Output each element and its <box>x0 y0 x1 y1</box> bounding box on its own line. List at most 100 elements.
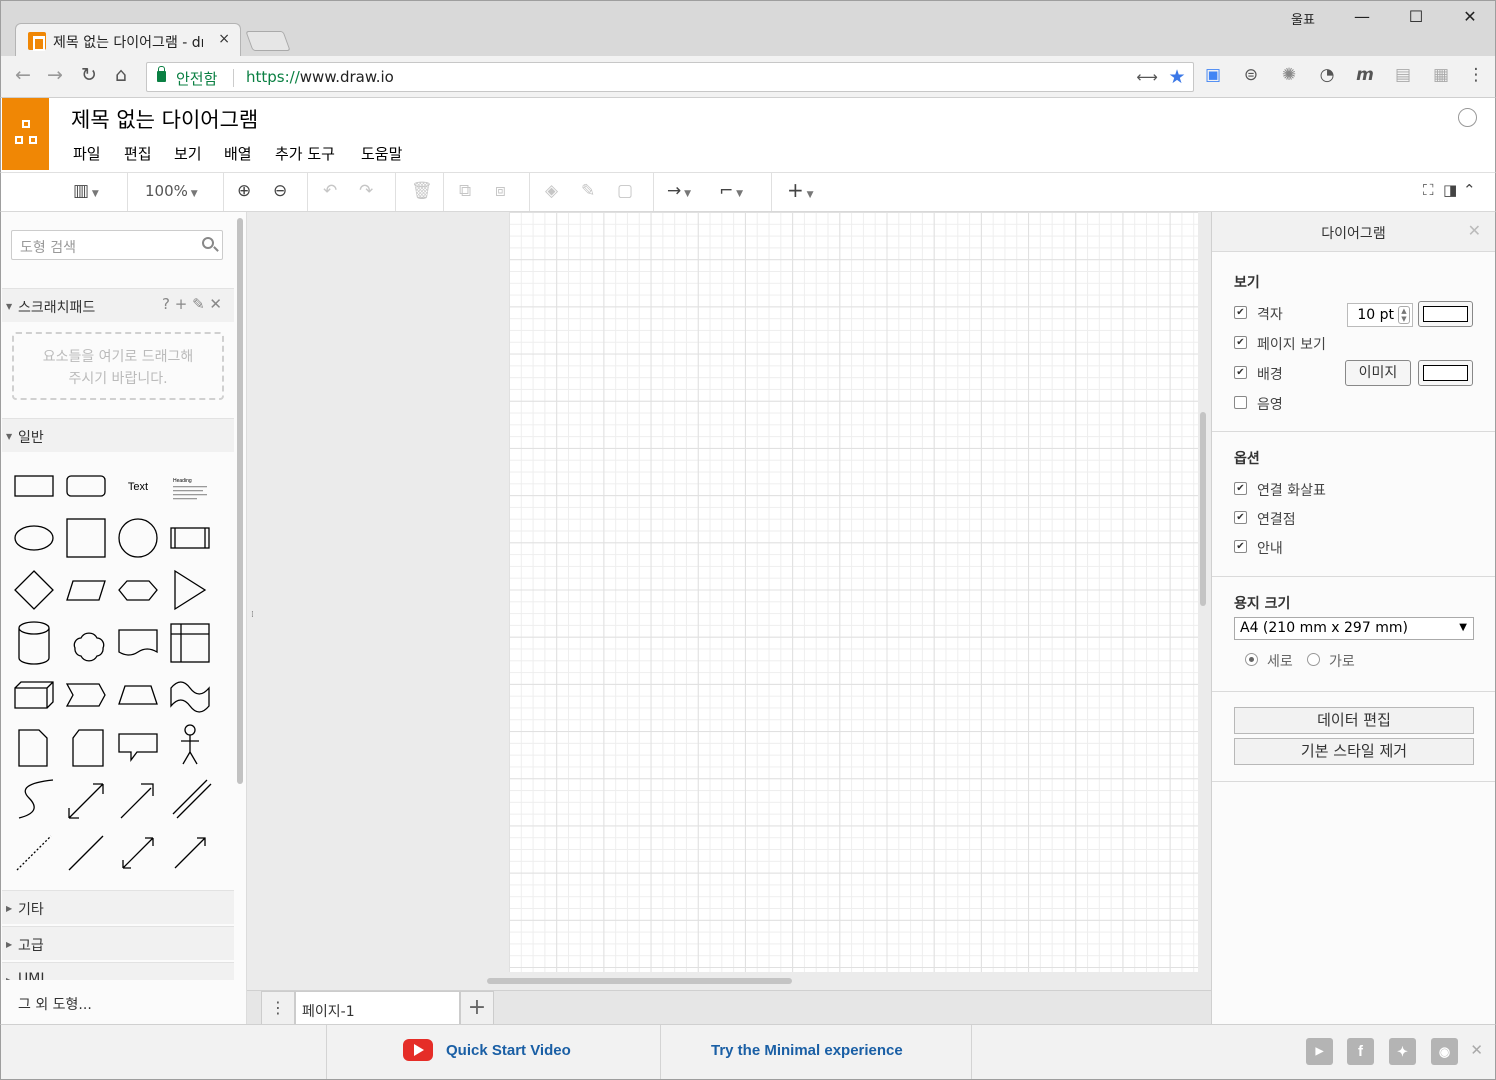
translate-icon[interactable]: ⟷ <box>1135 68 1159 86</box>
to-back-icon[interactable]: ⧈ <box>495 181 506 201</box>
format-panel-close-icon[interactable]: ✕ <box>1468 221 1481 240</box>
menu-arrange[interactable]: 배열 <box>224 143 252 164</box>
expand-right-icon: ▶ <box>6 940 13 949</box>
tab-close-icon[interactable]: × <box>218 31 230 47</box>
back-arrow-icon[interactable]: ← <box>9 64 37 86</box>
home-icon[interactable]: ⌂ <box>107 64 135 86</box>
page-view-checkbox[interactable]: ✔ <box>1234 336 1247 349</box>
connection-points-checkbox[interactable]: ✔ <box>1234 511 1247 524</box>
google-translate-extension-icon[interactable]: ▣ <box>1201 65 1225 85</box>
browser-tab[interactable]: 제목 없는 다이어그램 - draw.io × <box>15 23 241 57</box>
fill-color-icon[interactable]: ◈ <box>545 181 558 201</box>
fullscreen-icon[interactable]: ⛶ <box>1423 181 1434 199</box>
collapse-up-icon[interactable]: ⌃ <box>1463 181 1476 199</box>
zoom-out-icon[interactable]: ⊖ <box>273 181 287 201</box>
extension-es-icon[interactable]: ▦ <box>1429 65 1453 85</box>
section-advanced[interactable]: ▶ 고급 <box>2 926 234 960</box>
youtube-social-icon[interactable]: ▶ <box>1306 1038 1333 1065</box>
search-icon[interactable] <box>202 237 214 249</box>
minimal-experience-link[interactable]: Try the Minimal experience <box>711 1042 903 1059</box>
url-text[interactable]: https://www.draw.io <box>246 68 394 86</box>
format-panel: 다이어그램 ✕ 보기 ✔ 격자 10 pt ▲ ▼ ✔ 페이지 보기 ✔ 배경 이… <box>1211 212 1496 1024</box>
undo-icon[interactable]: ↶ <box>323 181 337 201</box>
reload-icon[interactable]: ↻ <box>75 64 103 86</box>
line-color-icon[interactable]: ✎ <box>581 181 595 201</box>
guides-checkbox[interactable]: ✔ <box>1234 540 1247 553</box>
extension-box-icon[interactable]: ▤ <box>1391 65 1415 85</box>
menu-view[interactable]: 보기 <box>174 143 202 164</box>
add-page-button[interactable]: + <box>460 991 494 1025</box>
shadow-checkbox[interactable] <box>1234 396 1247 409</box>
secure-label[interactable]: 안전함 <box>176 68 217 89</box>
zoom-level[interactable]: 100% ▼ <box>145 182 198 200</box>
language-globe-icon[interactable] <box>1458 108 1477 127</box>
facebook-icon[interactable]: f <box>1347 1038 1374 1065</box>
to-front-icon[interactable]: ⧉ <box>459 181 471 201</box>
shape-ellipse <box>14 525 54 551</box>
quick-start-video-link[interactable]: Quick Start Video <box>446 1042 571 1059</box>
page-tab[interactable]: 페이지-1 <box>295 991 460 1025</box>
address-bar[interactable]: 안전함 https://www.draw.io ⟷ ★ <box>146 62 1194 92</box>
clear-default-style-button[interactable]: 기본 스타일 제거 <box>1234 738 1474 765</box>
section-scratchpad[interactable]: ▼ 스크래치패드 ? + ✎ ✕ <box>2 288 234 322</box>
footer-close-icon[interactable]: ✕ <box>1470 1041 1483 1059</box>
panel-layout-icon[interactable]: ▥ ▼ <box>73 181 99 201</box>
chrome-menu-icon[interactable]: ⋮ <box>1464 65 1488 85</box>
window-close-button[interactable]: ✕ <box>1447 7 1493 26</box>
waypoint-style-icon[interactable]: ⌐ ▼ <box>719 181 743 201</box>
background-checkbox[interactable]: ✔ <box>1234 366 1247 379</box>
section-uml[interactable]: ▶ UML <box>2 962 234 980</box>
connection-style-icon[interactable]: → ▼ <box>667 181 691 201</box>
paper-size-select[interactable]: A4 (210 mm x 297 mm) ▼ <box>1234 617 1474 640</box>
menu-file[interactable]: 파일 <box>73 143 101 164</box>
insert-plus-icon[interactable]: + ▼ <box>787 178 814 202</box>
scratchpad-dropzone[interactable]: 요소들을 여기로 드래그해 주시기 바랍니다. <box>12 332 224 400</box>
delete-icon[interactable]: 🗑 <box>411 181 433 201</box>
diagram-canvas-area[interactable] <box>247 212 1211 990</box>
scratchpad-actions[interactable]: ? + ✎ ✕ <box>162 295 222 313</box>
grid-size-input[interactable]: 10 pt ▲ ▼ <box>1347 303 1413 327</box>
background-color-button[interactable] <box>1418 360 1473 386</box>
minimize-button[interactable]: — <box>1339 7 1385 26</box>
redo-icon[interactable]: ↷ <box>359 181 373 201</box>
canvas-vertical-scrollbar[interactable] <box>1200 412 1206 606</box>
menu-help[interactable]: 도움말 <box>361 143 402 164</box>
edit-data-button[interactable]: 데이터 편집 <box>1234 707 1474 734</box>
background-image-button[interactable]: 이미지 <box>1345 360 1411 386</box>
sidebar-splitter-handle[interactable]: ⁞ <box>251 610 254 620</box>
extension-sync-icon[interactable]: ⊜ <box>1239 65 1263 85</box>
new-tab-button[interactable] <box>245 31 291 51</box>
grid-checkbox[interactable]: ✔ <box>1234 306 1247 319</box>
maximize-button[interactable]: ☐ <box>1393 7 1439 26</box>
connection-arrows-checkbox[interactable]: ✔ <box>1234 482 1247 495</box>
document-title[interactable]: 제목 없는 다이어그램 <box>71 104 258 134</box>
pages-menu-button[interactable]: ⋮ <box>261 991 295 1025</box>
portrait-radio[interactable] <box>1245 653 1258 666</box>
section-general[interactable]: ▼ 일반 <box>2 418 234 452</box>
menu-edit[interactable]: 편집 <box>124 143 152 164</box>
github-icon[interactable]: ◉ <box>1431 1038 1458 1065</box>
shape-heading[interactable]: Heading <box>173 478 207 500</box>
extension-timer-icon[interactable]: ◔ <box>1315 65 1339 85</box>
format-panel-toggle-icon[interactable]: ◨ <box>1443 181 1457 199</box>
shadow-icon[interactable]: ▢ <box>617 181 633 201</box>
canvas-horizontal-scrollbar[interactable] <box>487 978 792 984</box>
more-shapes-button[interactable]: 그 외 도형... <box>18 994 92 1014</box>
twitter-icon[interactable]: ✦ <box>1389 1038 1416 1065</box>
page-tab-label: 페이지-1 <box>302 1004 355 1020</box>
extension-gear-icon[interactable]: ✺ <box>1277 65 1301 85</box>
extension-m-icon[interactable]: m <box>1353 65 1377 85</box>
landscape-radio[interactable] <box>1307 653 1320 666</box>
youtube-icon[interactable] <box>403 1039 433 1061</box>
menu-extras[interactable]: 추가 도구 <box>275 143 335 164</box>
bookmark-star-icon[interactable]: ★ <box>1165 66 1189 88</box>
forward-arrow-icon[interactable]: → <box>41 64 69 86</box>
zoom-in-icon[interactable]: ⊕ <box>237 181 251 201</box>
section-misc[interactable]: ▶ 기타 <box>2 890 234 924</box>
profile-name[interactable]: 울표 <box>1291 9 1315 28</box>
sidebar-scrollbar[interactable] <box>237 218 243 784</box>
spinner-arrows-icon[interactable]: ▲ ▼ <box>1398 306 1410 324</box>
shape-search-input[interactable]: 도형 검색 <box>11 230 223 260</box>
diagram-page[interactable] <box>509 212 1198 972</box>
grid-color-button[interactable] <box>1418 301 1473 327</box>
